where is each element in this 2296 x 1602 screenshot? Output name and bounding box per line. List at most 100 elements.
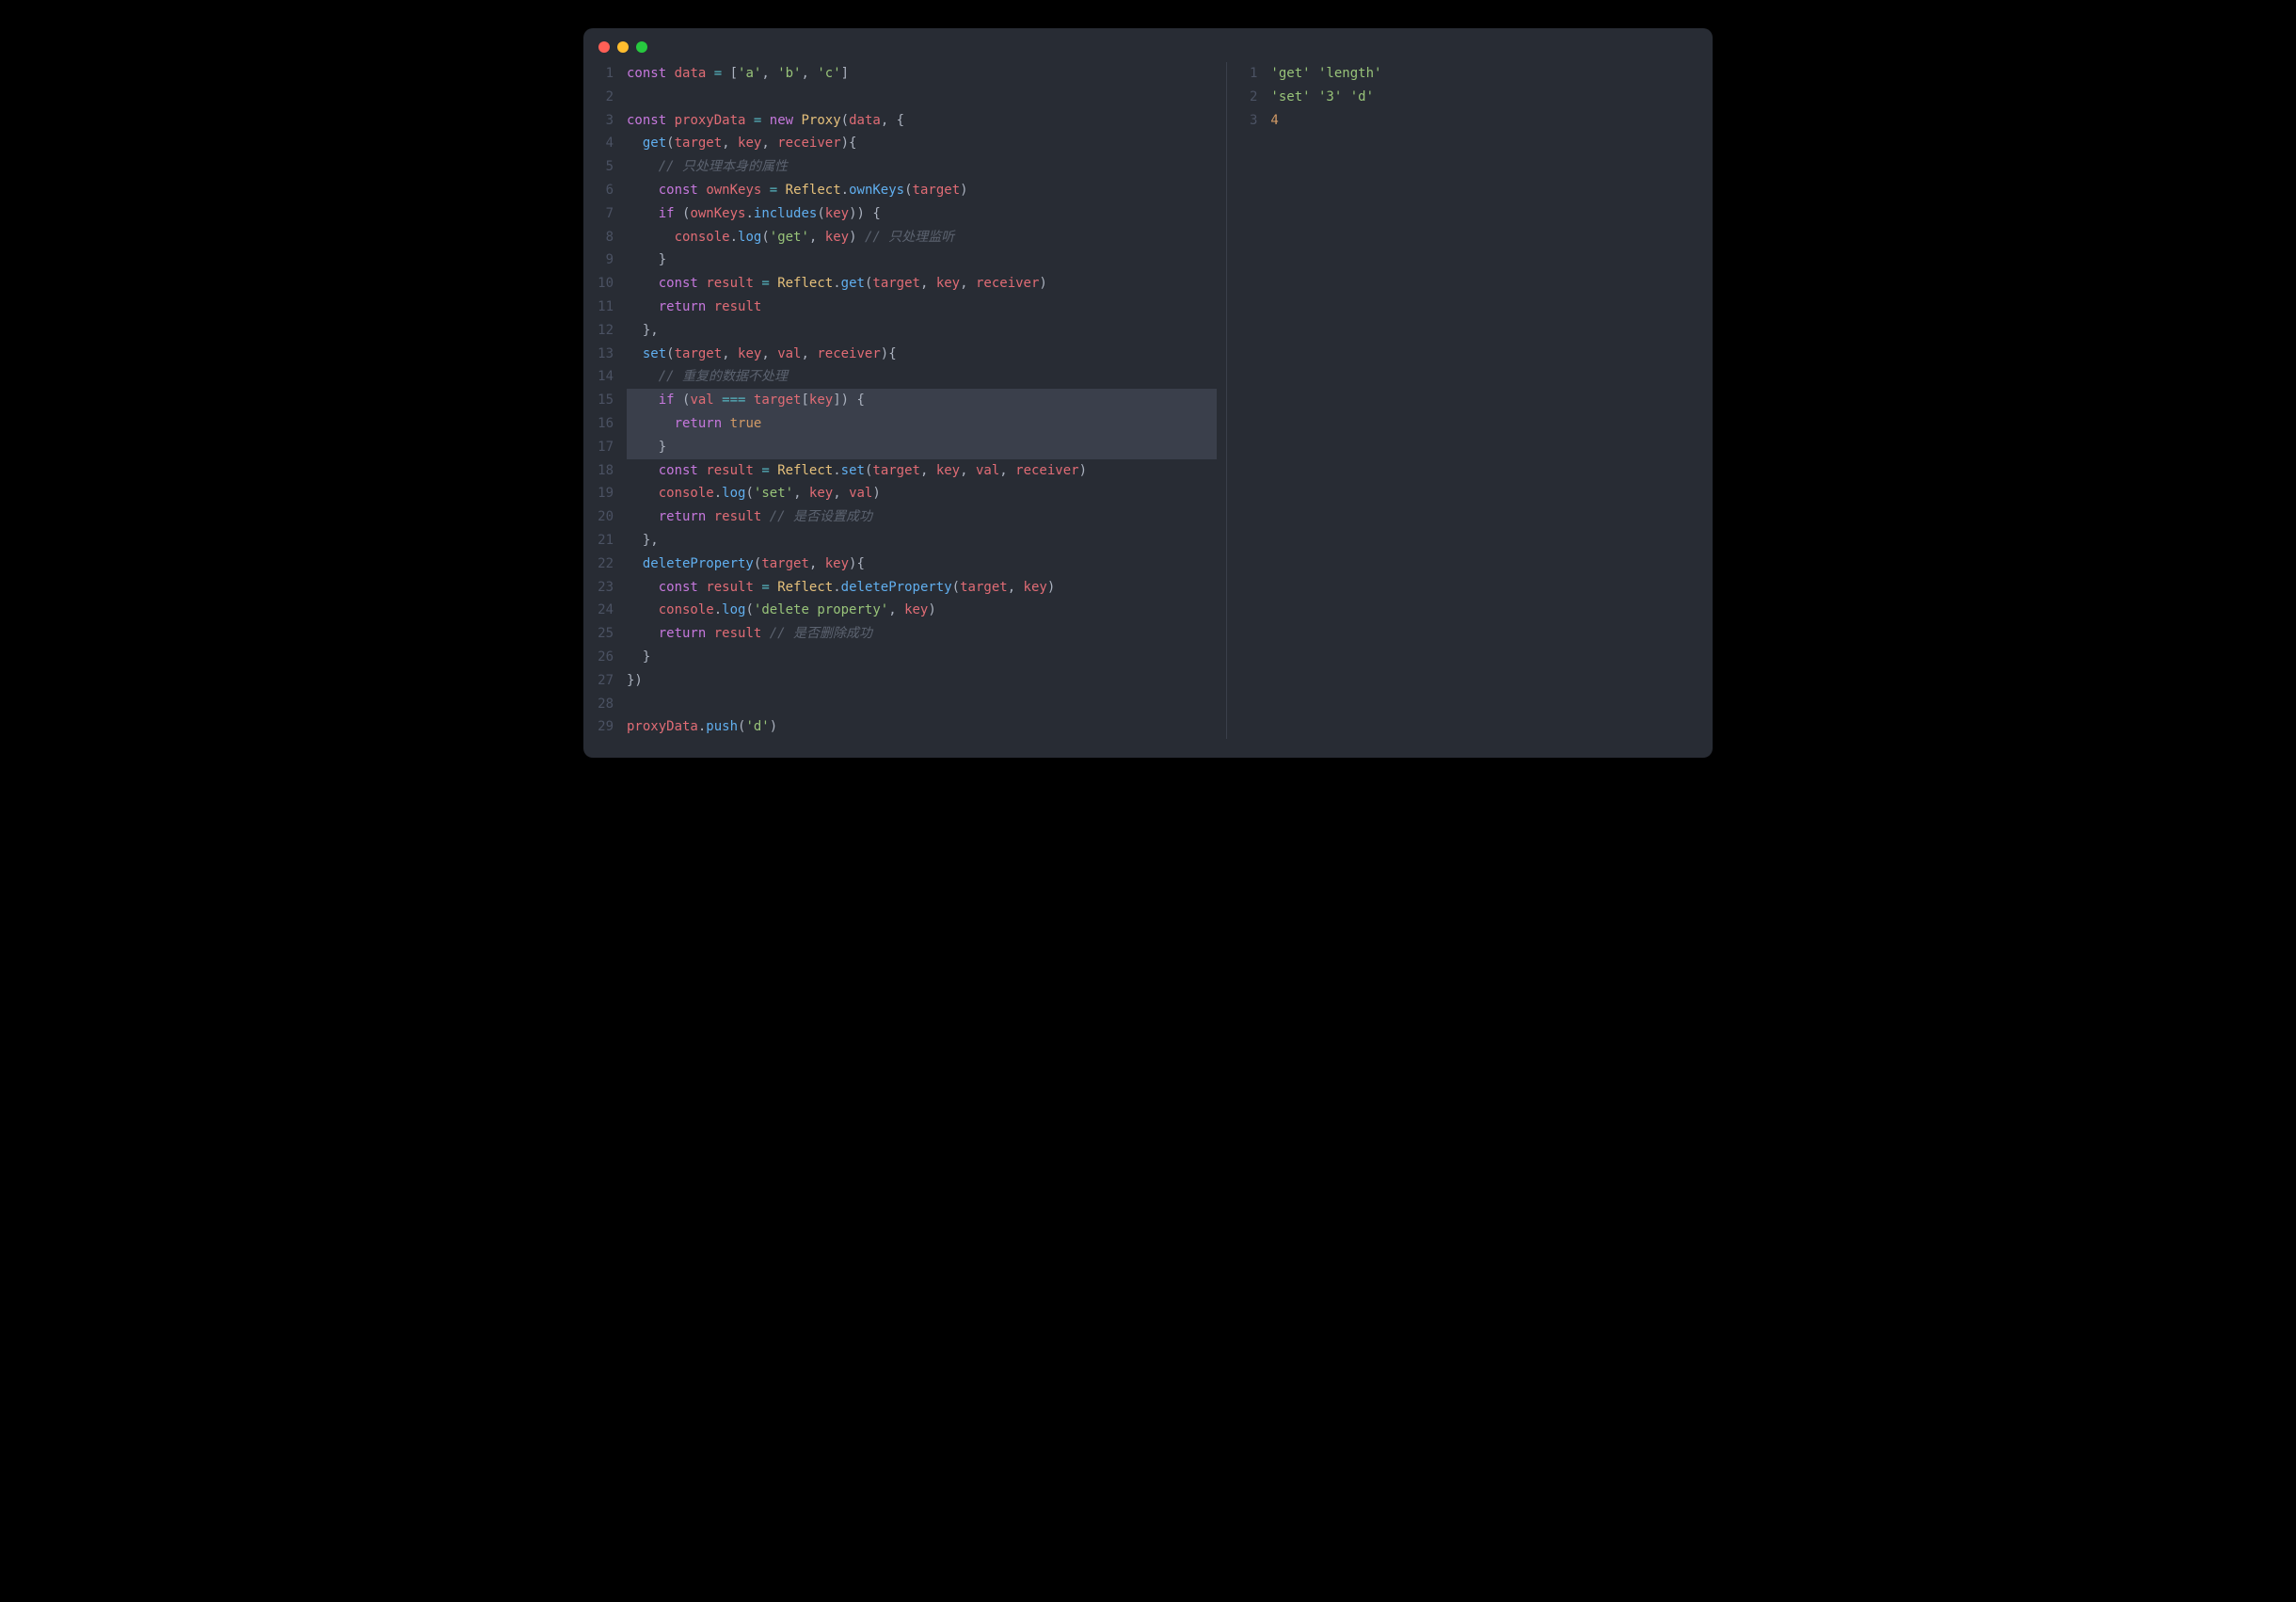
- code-content: console.log('set', key, val): [627, 482, 1217, 505]
- code-line[interactable]: 12 },: [593, 319, 1217, 343]
- code-content: const proxyData = new Proxy(data, {: [627, 109, 1217, 133]
- code-content: if (ownKeys.includes(key)) {: [627, 202, 1217, 226]
- code-line[interactable]: 15 if (val === target[key]) {: [593, 389, 1217, 412]
- code-line[interactable]: 18 const result = Reflect.set(target, ke…: [593, 459, 1217, 483]
- output-line[interactable]: 34: [1236, 109, 1703, 133]
- code-content: console.log('get', key) // 只处理监听: [627, 226, 1217, 249]
- line-number: 4: [593, 132, 627, 155]
- code-content: const result = Reflect.set(target, key, …: [627, 459, 1217, 483]
- code-line[interactable]: 27}): [593, 669, 1217, 693]
- line-number: 15: [593, 389, 627, 412]
- code-line[interactable]: 19 console.log('set', key, val): [593, 482, 1217, 505]
- line-number: 13: [593, 343, 627, 366]
- line-number: 26: [593, 646, 627, 669]
- line-number: 28: [593, 693, 627, 716]
- code-line[interactable]: 24 console.log('delete property', key): [593, 599, 1217, 622]
- line-number: 17: [593, 436, 627, 459]
- code-line[interactable]: 20 return result // 是否设置成功: [593, 505, 1217, 529]
- code-content: // 重复的数据不处理: [627, 365, 1217, 389]
- line-number: 6: [593, 179, 627, 202]
- code-line[interactable]: 3const proxyData = new Proxy(data, {: [593, 109, 1217, 133]
- line-number: 16: [593, 412, 627, 436]
- line-number: 1: [1236, 62, 1270, 86]
- code-line[interactable]: 28: [593, 693, 1217, 716]
- code-content: const data = ['a', 'b', 'c']: [627, 62, 1217, 86]
- code-content: return true: [627, 412, 1217, 436]
- code-content: const result = Reflect.get(target, key, …: [627, 272, 1217, 296]
- line-number: 18: [593, 459, 627, 483]
- code-content: }: [627, 646, 1217, 669]
- line-number: 2: [1236, 86, 1270, 109]
- code-content: 'set' '3' 'd': [1270, 86, 1703, 109]
- code-line[interactable]: 26 }: [593, 646, 1217, 669]
- line-number: 14: [593, 365, 627, 389]
- line-number: 20: [593, 505, 627, 529]
- code-line[interactable]: 2: [593, 86, 1217, 109]
- output-pane[interactable]: 1'get' 'length'2'set' '3' 'd'34: [1236, 62, 1703, 739]
- line-number: 10: [593, 272, 627, 296]
- line-number: 12: [593, 319, 627, 343]
- code-content: 'get' 'length': [1270, 62, 1703, 86]
- line-number: 22: [593, 553, 627, 576]
- output-line[interactable]: 1'get' 'length': [1236, 62, 1703, 86]
- code-line[interactable]: 17 }: [593, 436, 1217, 459]
- code-content: if (val === target[key]) {: [627, 389, 1217, 412]
- line-number: 27: [593, 669, 627, 693]
- code-content: const result = Reflect.deleteProperty(ta…: [627, 576, 1217, 600]
- code-line[interactable]: 6 const ownKeys = Reflect.ownKeys(target…: [593, 179, 1217, 202]
- line-number: 24: [593, 599, 627, 622]
- code-line[interactable]: 23 const result = Reflect.deleteProperty…: [593, 576, 1217, 600]
- editor-panes: 1const data = ['a', 'b', 'c']23const pro…: [583, 62, 1713, 758]
- code-line[interactable]: 10 const result = Reflect.get(target, ke…: [593, 272, 1217, 296]
- line-number: 7: [593, 202, 627, 226]
- code-content: set(target, key, val, receiver){: [627, 343, 1217, 366]
- code-content: // 只处理本身的属性: [627, 155, 1217, 179]
- line-number: 21: [593, 529, 627, 553]
- code-content: proxyData.push('d'): [627, 715, 1217, 739]
- code-line[interactable]: 9 }: [593, 248, 1217, 272]
- maximize-icon[interactable]: [636, 41, 647, 53]
- line-number: 3: [593, 109, 627, 133]
- output-line[interactable]: 2'set' '3' 'd': [1236, 86, 1703, 109]
- code-line[interactable]: 16 return true: [593, 412, 1217, 436]
- code-line[interactable]: 7 if (ownKeys.includes(key)) {: [593, 202, 1217, 226]
- code-line[interactable]: 21 },: [593, 529, 1217, 553]
- line-number: 9: [593, 248, 627, 272]
- line-number: 3: [1236, 109, 1270, 133]
- code-content: }): [627, 669, 1217, 693]
- minimize-icon[interactable]: [617, 41, 629, 53]
- code-pane[interactable]: 1const data = ['a', 'b', 'c']23const pro…: [593, 62, 1217, 739]
- line-number: 1: [593, 62, 627, 86]
- line-number: 2: [593, 86, 627, 109]
- code-content: const ownKeys = Reflect.ownKeys(target): [627, 179, 1217, 202]
- code-content: deleteProperty(target, key){: [627, 553, 1217, 576]
- code-content: return result // 是否设置成功: [627, 505, 1217, 529]
- line-number: 19: [593, 482, 627, 505]
- code-content: },: [627, 319, 1217, 343]
- code-content: get(target, key, receiver){: [627, 132, 1217, 155]
- code-line[interactable]: 13 set(target, key, val, receiver){: [593, 343, 1217, 366]
- pane-divider: [1226, 62, 1227, 739]
- code-line[interactable]: 29proxyData.push('d'): [593, 715, 1217, 739]
- code-content: console.log('delete property', key): [627, 599, 1217, 622]
- code-line[interactable]: 25 return result // 是否删除成功: [593, 622, 1217, 646]
- code-line[interactable]: 4 get(target, key, receiver){: [593, 132, 1217, 155]
- line-number: 8: [593, 226, 627, 249]
- code-content: },: [627, 529, 1217, 553]
- code-line[interactable]: 1const data = ['a', 'b', 'c']: [593, 62, 1217, 86]
- code-content: return result // 是否删除成功: [627, 622, 1217, 646]
- code-line[interactable]: 11 return result: [593, 296, 1217, 319]
- code-line[interactable]: 5 // 只处理本身的属性: [593, 155, 1217, 179]
- code-line[interactable]: 8 console.log('get', key) // 只处理监听: [593, 226, 1217, 249]
- code-line[interactable]: 22 deleteProperty(target, key){: [593, 553, 1217, 576]
- code-content: return result: [627, 296, 1217, 319]
- close-icon[interactable]: [598, 41, 610, 53]
- code-content: }: [627, 248, 1217, 272]
- titlebar: [583, 28, 1713, 62]
- code-line[interactable]: 14 // 重复的数据不处理: [593, 365, 1217, 389]
- code-content: 4: [1270, 109, 1703, 133]
- line-number: 5: [593, 155, 627, 179]
- line-number: 23: [593, 576, 627, 600]
- line-number: 25: [593, 622, 627, 646]
- line-number: 29: [593, 715, 627, 739]
